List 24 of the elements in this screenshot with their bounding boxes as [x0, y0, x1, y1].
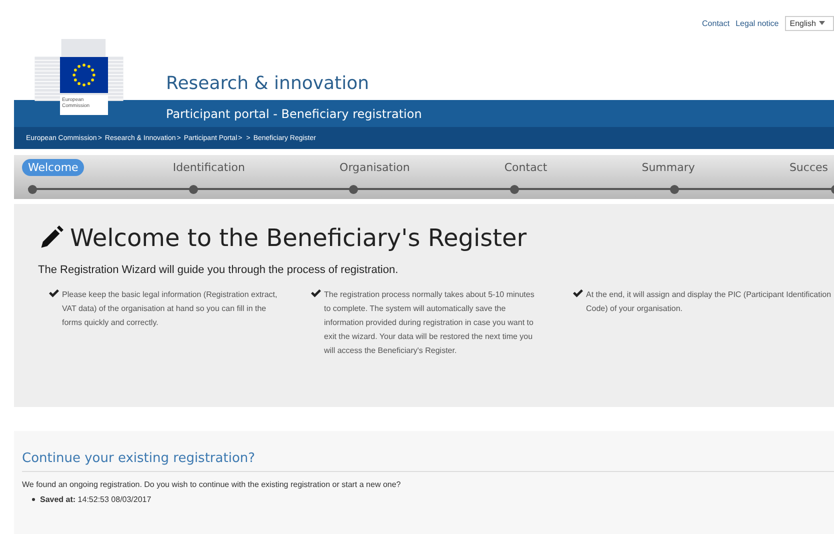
- wizard-step[interactable]: Organisation: [334, 159, 416, 176]
- wizard-step[interactable]: Summary: [636, 159, 701, 176]
- caret-icon: [819, 21, 825, 25]
- header-link[interactable]: Legal notice: [736, 18, 779, 28]
- wizard-step[interactable]: Succes: [783, 159, 834, 176]
- checkmark-icon: [311, 289, 321, 298]
- info-text: At the end, it will assign and display the PIC (Participant Identification Code) of your organisation.: [586, 289, 832, 315]
- checkmark-icon: [49, 289, 59, 298]
- intro-text: The Registration Wizard will guide you through the process of registration.: [38, 264, 400, 276]
- wizard-step[interactable]: Contact: [498, 159, 554, 176]
- section-heading: Continue your existing registration?: [22, 451, 834, 472]
- wizard-step[interactable]: Identification: [166, 159, 251, 176]
- site-title: Research & innovation: [166, 73, 370, 94]
- saved-time: Saved at: 14:52:53 08/03/2017: [40, 495, 152, 504]
- welcome-heading: Welcome to the Beneficiary's Register: [70, 224, 527, 252]
- language-select[interactable]: English: [784, 16, 834, 30]
- eu-flag-logo: [60, 57, 108, 93]
- portal-subtitle: Participant portal - Beneficiary registration: [166, 106, 422, 120]
- header-link[interactable]: Contact: [702, 18, 730, 28]
- info-text: Please keep the basic legal information (Registration extract, VAT data) of the organisation at hand so you can fill in the forms quickly and correctly.: [62, 289, 278, 329]
- info-text: The registration process normally takes about 5-10 minutes to complete. The system will automatically save the information provided during registration in case you want to exit the wizard. Your data will be restored the next time you will access the Beneficiary's Register.: [324, 289, 536, 357]
- question-text: We found an ongoing registration. Do you wish to continue with the existing registration or start a new one?: [22, 480, 402, 489]
- bullet-icon: [32, 498, 35, 501]
- checkmark-icon: [573, 289, 583, 298]
